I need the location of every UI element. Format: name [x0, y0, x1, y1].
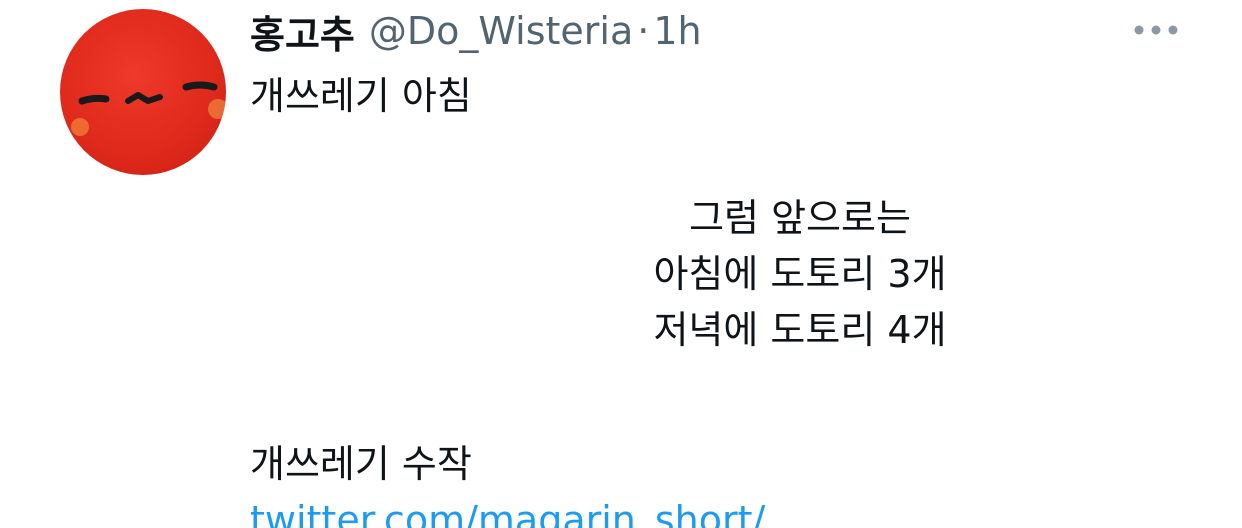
avatar[interactable]	[60, 9, 226, 175]
more-options-button[interactable]	[1128, 16, 1184, 44]
tweet-text-line: 저녁에 도토리 4개	[653, 308, 947, 352]
tweet-text-line: 아침에 도토리 3개	[653, 252, 947, 296]
author-display-name[interactable]: 홍고추	[250, 4, 355, 59]
more-horizontal-icon	[1134, 25, 1178, 35]
tweet-text-line: 개쓰레기 수작	[250, 442, 472, 486]
separator-dot: ·	[637, 9, 650, 53]
tweet-link[interactable]: twitter.com/magarin_short/	[250, 492, 765, 528]
tweet-timestamp[interactable]: 1h	[653, 9, 701, 53]
tweet-text-line: 개쓰레기 아침	[250, 74, 472, 118]
tweet-text-line: 그럼 앞으로는	[689, 196, 911, 240]
author-handle[interactable]: @Do_Wisteria	[369, 9, 633, 53]
tweet-centered-text: 그럼 앞으로는 아침에 도토리 3개 저녁에 도토리 4개	[600, 190, 1000, 358]
tweet-header: 홍고추 @Do_Wisteria · 1h	[250, 4, 702, 59]
tweet[interactable]: 홍고추 @Do_Wisteria · 1h 개쓰레기 아침 그럼 앞으로는 아침…	[0, 0, 1242, 528]
avatar-face-icon	[71, 81, 226, 136]
